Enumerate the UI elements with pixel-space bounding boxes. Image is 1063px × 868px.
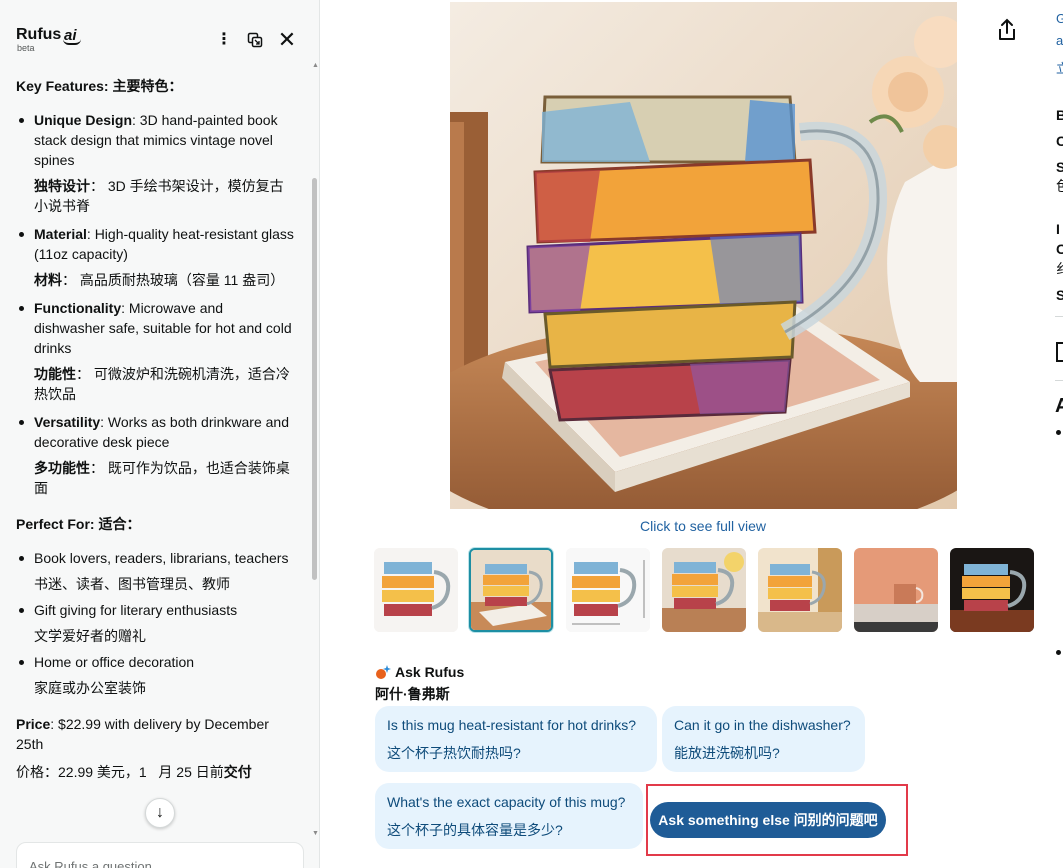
- page: Rufus ai beta ⋮ ✕ Key Features: 主要特色： Un…: [0, 0, 1063, 868]
- thumbnail-5[interactable]: [758, 548, 842, 632]
- list-item: Book lovers, readers, librarians, teache…: [16, 548, 294, 594]
- right-column-text: S: [1056, 287, 1063, 303]
- thumbnail-4[interactable]: [662, 548, 746, 632]
- rufus-question-input[interactable]: Ask Rufus a question: [16, 842, 304, 868]
- feature-item: Unique Design: 3D hand-painted book stac…: [16, 110, 294, 216]
- feature-list: Unique Design: 3D hand-painted book stac…: [16, 110, 294, 498]
- right-column-text: 纟: [1056, 260, 1063, 278]
- list-item: Home or office decoration 家庭或办公室装饰: [16, 652, 294, 698]
- rufus-conversation[interactable]: Key Features: 主要特色： Unique Design: 3D ha…: [0, 70, 310, 840]
- scroll-down-arrow-icon[interactable]: ▼: [312, 830, 319, 837]
- rufus-brand: Rufus: [16, 26, 62, 43]
- divider: [1055, 380, 1063, 381]
- list-item: Gift giving for literary enthusiasts 文学爱…: [16, 600, 294, 646]
- rufus-sparkle-icon: [375, 664, 391, 680]
- ask-rufus-title: Ask Rufus: [395, 664, 465, 680]
- price-info-zh: 价格：22.99 美元，1 月 25 日前交付: [16, 764, 252, 780]
- right-column-text[interactable]: G: [1056, 10, 1063, 28]
- feature-item: Functionality: Microwave and dishwasher …: [16, 298, 294, 404]
- key-features-heading: Key Features: 主要特色：: [16, 78, 183, 94]
- right-column-text[interactable]: 立: [1056, 60, 1063, 78]
- rufus-panel: Rufus ai beta ⋮ ✕ Key Features: 主要特色： Un…: [0, 0, 320, 868]
- right-column-box[interactable]: [1056, 342, 1063, 362]
- perfect-for-list: Book lovers, readers, librarians, teache…: [16, 548, 294, 698]
- right-column-text: C: [1056, 133, 1063, 149]
- feature-item: Material: High-quality heat-resistant gl…: [16, 224, 294, 290]
- thumbnail-6[interactable]: [854, 548, 938, 632]
- ask-something-else-button[interactable]: Ask something else 问别的问题吧: [650, 802, 886, 838]
- rufus-beta-label: beta: [17, 43, 35, 53]
- right-column-text: 色: [1056, 177, 1063, 195]
- right-column-text: C: [1056, 241, 1063, 257]
- suggested-question-capacity[interactable]: What's the exact capacity of this mug? 这…: [375, 783, 643, 849]
- feature-item: Versatility: Works as both drinkware and…: [16, 412, 294, 498]
- more-options-icon[interactable]: ⋮: [214, 30, 234, 50]
- divider: [1055, 316, 1063, 317]
- rufus-header: Rufus ai beta ⋮ ✕: [16, 26, 306, 56]
- scroll-to-bottom-button[interactable]: ↓: [145, 798, 175, 828]
- suggested-question-heat[interactable]: Is this mug heat-resistant for hot drink…: [375, 706, 657, 772]
- bullet-point: [1056, 430, 1061, 435]
- right-column-text: S: [1056, 159, 1063, 175]
- close-icon[interactable]: ✕: [277, 29, 297, 51]
- scrollbar-thumb[interactable]: [312, 178, 317, 580]
- expand-panel-icon[interactable]: [245, 30, 265, 50]
- thumbnail-7[interactable]: [950, 548, 1034, 632]
- thumbnail-3[interactable]: [566, 548, 650, 632]
- rufus-smile-icon: [63, 39, 81, 45]
- thumbnail-2[interactable]: [469, 548, 553, 632]
- share-icon[interactable]: [996, 18, 1018, 42]
- right-column-text[interactable]: a: [1056, 32, 1063, 50]
- thumbnail-1[interactable]: [374, 548, 458, 632]
- suggested-question-dishwasher[interactable]: Can it go in the dishwasher? 能放进洗碗机吗?: [662, 706, 865, 772]
- perfect-for-heading: Perfect For: 适合：: [16, 516, 141, 532]
- full-view-link[interactable]: Click to see full view: [640, 518, 766, 534]
- right-column-heading: A: [1055, 395, 1063, 417]
- panel-scrollbar[interactable]: ▲ ▼: [311, 62, 319, 842]
- right-column-text: I: [1056, 221, 1060, 237]
- bullet-point: [1056, 650, 1061, 655]
- scroll-up-arrow-icon[interactable]: ▲: [312, 62, 319, 69]
- right-column-text: B: [1056, 107, 1063, 123]
- product-main-image[interactable]: [450, 2, 957, 509]
- ask-rufus-subtitle: 阿什·鲁弗斯: [375, 686, 450, 702]
- price-info: Price: $22.99 with delivery by December …: [16, 716, 269, 752]
